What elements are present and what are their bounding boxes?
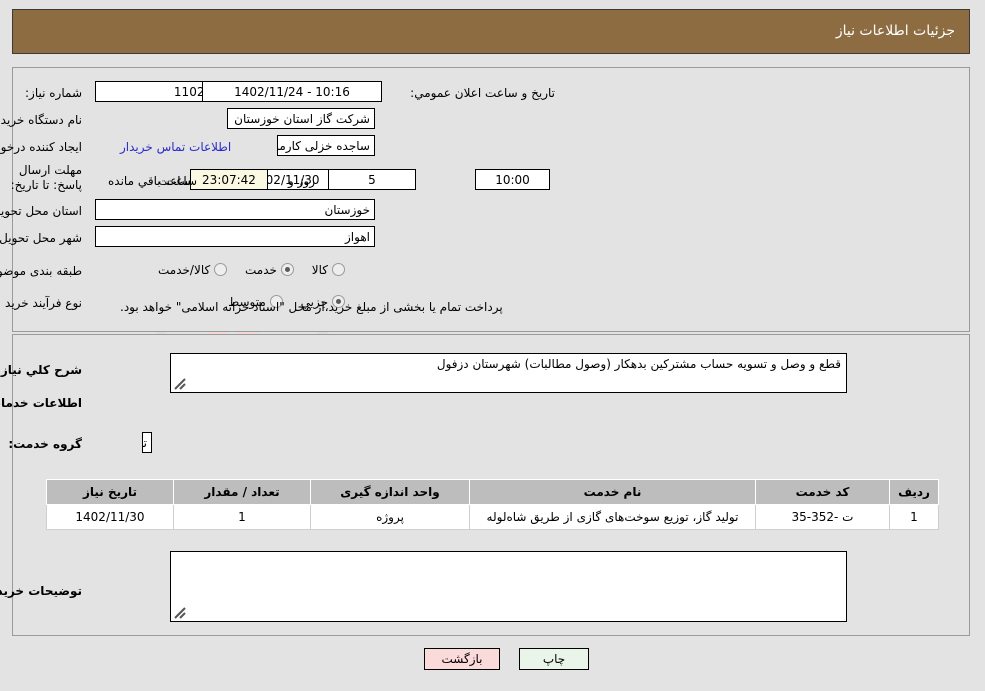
need-description-value: قطع و وصل و تسویه حساب مشترکین بدهکار (و… — [436, 357, 841, 371]
payment-note-text: پرداخت تمام یا بخشی از مبلغ خرید،از محل … — [120, 300, 503, 314]
table-row: 1 ت -352-35 تولید گاز، توزیع سوخت‌های گا… — [46, 504, 939, 530]
buyer-organization-value: شرکت گاز استان خوزستان — [227, 108, 375, 129]
delivery-province-label: استان محل تحویل: — [0, 204, 82, 218]
request-creator-value: ساجده خزلی کارمند بهره برداری اهواز شرکت… — [277, 135, 375, 156]
purchase-process-label: نوع فرآیند خرید : — [0, 296, 82, 310]
page-title-bar: جزئیات اطلاعات نیاز — [12, 9, 970, 54]
hour-value: 10:00 — [475, 169, 550, 190]
countdown-timer-label: ساعت باقي مانده — [108, 174, 198, 188]
announcement-datetime-label: تاریخ و ساعت اعلان عمومي: — [410, 86, 555, 100]
countdown-timer-value: 23:07:42 — [190, 169, 268, 190]
category-label-kala-khedmat: کالا/خدمت — [158, 263, 211, 277]
category-radio-kala[interactable] — [332, 263, 345, 276]
service-group-value: تامین برق، گاز، بخار و تهویه هوا — [142, 432, 152, 453]
cell-code: ت -352-35 — [755, 504, 890, 530]
print-button[interactable]: چاپ — [519, 648, 589, 670]
buyer-notes-textarea[interactable] — [170, 551, 847, 622]
category-radio-kala-khedmat[interactable] — [214, 263, 228, 276]
need-number-label: شماره نیاز: — [25, 86, 82, 100]
subject-category-radio-group[interactable]: کالا خدمت کالا/خدمت — [144, 263, 345, 277]
cell-qty: 1 — [173, 504, 311, 530]
category-radio-khedmat[interactable] — [280, 263, 294, 276]
col-header-qty: تعداد / مقدار — [173, 479, 311, 505]
resize-grip-icon[interactable] — [174, 607, 186, 619]
cell-row: 1 — [889, 504, 939, 530]
need-description-label: شرح کلي نیاز: — [0, 363, 82, 377]
col-header-code: کد خدمت — [755, 479, 890, 505]
delivery-city-label: شهر محل تحویل: — [0, 231, 82, 245]
delivery-province-value: خوزستان — [95, 199, 375, 220]
cell-name: تولید گاز، توزیع سوخت‌های گازی از طریق ش… — [469, 504, 756, 530]
back-button[interactable]: بازگشت — [424, 648, 500, 670]
remaining-days-value: 5 — [328, 169, 416, 190]
col-header-date: تاریخ نیاز — [46, 479, 174, 505]
col-header-name: نام خدمت — [469, 479, 756, 505]
need-description-textarea[interactable]: قطع و وصل و تسویه حساب مشترکین بدهکار (و… — [170, 353, 847, 393]
subject-category-label: طبقه بندی موضوعی: — [0, 264, 82, 278]
services-section-heading: اطلاعات خدمات مورد نیاز — [0, 396, 82, 410]
table-header-row: ردیف کد خدمت نام خدمت واحد اندازه گیری ت… — [46, 479, 939, 505]
buyer-contact-info-link[interactable]: اطلاعات تماس خریدار — [120, 140, 231, 154]
services-table: ردیف کد خدمت نام خدمت واحد اندازه گیری ت… — [46, 479, 939, 530]
request-creator-label: ایجاد کننده درخواست: — [0, 140, 82, 154]
col-header-row: ردیف — [889, 479, 939, 505]
cell-date: 1402/11/30 — [46, 504, 174, 530]
response-deadline-label: مهلت ارسال پاسخ: تا تاریخ: — [10, 163, 82, 192]
announcement-datetime-value: 1402/11/24 - 10:16 — [202, 81, 382, 102]
col-header-unit: واحد اندازه گیری — [310, 479, 470, 505]
buyer-notes-label: توضیحات خریدار; — [0, 584, 82, 598]
resize-grip-icon[interactable] — [174, 378, 186, 390]
days-label: روز و — [288, 174, 315, 188]
buyer-organization-label: نام دستگاه خریدار: — [0, 113, 82, 127]
category-label-kala: کالا — [311, 263, 328, 277]
cell-unit: پروژه — [310, 504, 470, 530]
category-label-khedmat: خدمت — [245, 263, 277, 277]
page-root: AnaTender.net جزئیات اطلاعات نیاز شماره … — [0, 0, 985, 691]
service-group-label: گروه خدمت: — [8, 437, 82, 451]
page-title: جزئیات اطلاعات نیاز — [835, 23, 955, 39]
delivery-city-value: اهواز — [95, 226, 375, 247]
